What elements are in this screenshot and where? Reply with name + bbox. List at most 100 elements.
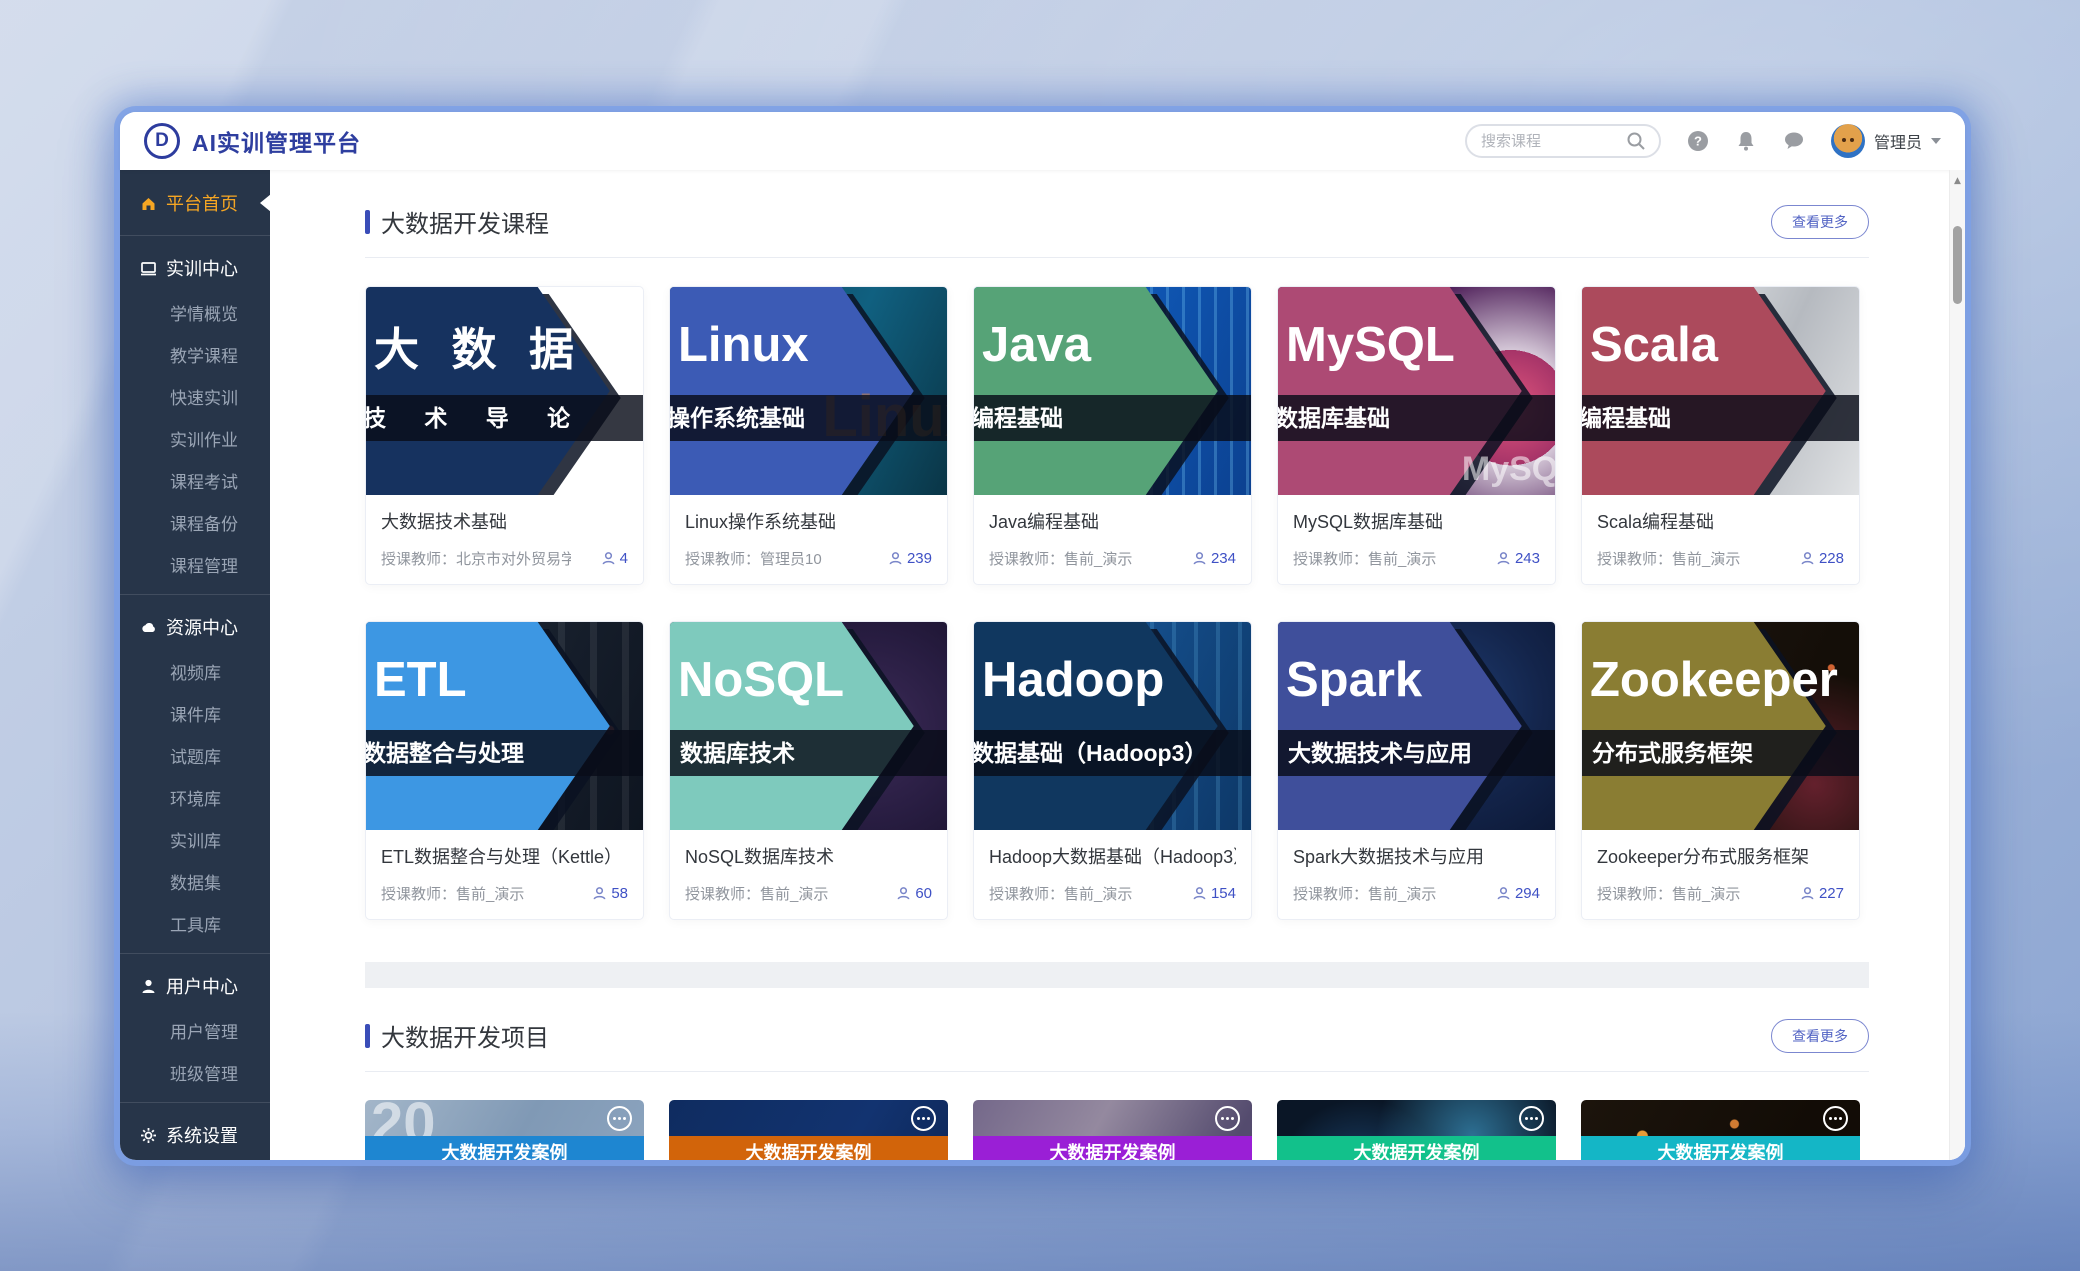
cover-subtitle: 大数据技术与应用 [1278,730,1555,776]
person-icon [888,551,903,566]
project-card[interactable]: 20 大数据开发案例 [365,1100,644,1160]
course-cards-row-2: ETL 数据整合与处理 ETL数据整合与处理（Kettle） 授课教师：售前_演… [365,621,1869,920]
more-options-icon [1215,1106,1240,1131]
section-title: 大数据开发项目 [381,1018,549,1053]
sidebar-subitem-环境库[interactable]: 环境库 [120,776,270,818]
person-icon [1192,551,1207,566]
search-input[interactable] [1479,132,1625,151]
more-options-icon [1519,1106,1544,1131]
cover-big-title: NoSQL [678,654,844,708]
course-teacher: 授课教师：售前_演示 [1597,883,1740,904]
cover-subtitle-band: 操作系统基础 [670,395,947,441]
sidebar-item-资源中心[interactable]: 资源中心 [120,604,270,650]
scrollbar-up-arrow[interactable]: ▲ [1950,170,1965,186]
section-courses: 大数据开发课程 查看更多 大 数 据 技 术 导 论 大数据技术基础 授课教师：… [270,170,1965,988]
course-cover: Zookeeper 分布式服务框架 [1582,622,1859,830]
sidebar-item-用户中心[interactable]: 用户中心 [120,963,270,1009]
course-info: Scala编程基础 授课教师：售前_演示 228 [1582,495,1859,584]
sidebar-subitem-课程考试[interactable]: 课程考试 [120,459,270,501]
header-actions: ? 管理员 [1465,124,1941,158]
sidebar-subitem-学情概览[interactable]: 学情概览 [120,291,270,333]
course-meta: 授课教师：管理员10 239 [685,548,932,569]
scrollbar[interactable]: ▲ [1949,170,1965,1160]
sidebar-item-实训中心[interactable]: 实训中心 [120,245,270,291]
sidebar-subitem-用户管理[interactable]: 用户管理 [120,1009,270,1051]
project-card[interactable]: 大数据开发案例 [1581,1100,1860,1160]
search-icon[interactable] [1625,130,1647,152]
cover-big-title: Linux [678,319,809,373]
sidebar-subitem-工具库[interactable]: 工具库 [120,902,270,944]
course-card[interactable]: Linux Linux 操作系统基础 Linux操作系统基础 授课教师：管理员1… [669,286,948,585]
student-count: 243 [1496,550,1540,567]
scrollbar-thumb[interactable] [1953,226,1962,304]
sidebar-subitem-实训作业[interactable]: 实训作业 [120,417,270,459]
section-divider [365,257,1869,258]
course-cover: Scala 编程基础 [1582,287,1859,495]
course-teacher: 授课教师：售前_演示 [1293,883,1436,904]
cover-subtitle-band: 大数据技术与应用 [1278,730,1555,776]
cover-subtitle: 数据库技术 [670,730,947,776]
course-card[interactable]: 大 数 据 技 术 导 论 大数据技术基础 授课教师：北京市对外贸易学校教...… [365,286,644,585]
chat-icon[interactable] [1783,130,1805,152]
cover-subtitle: 数据整合与处理 [366,730,643,776]
sidebar-item-系统设置[interactable]: 系统设置 [120,1112,270,1158]
course-info: 大数据技术基础 授课教师：北京市对外贸易学校教... 4 [366,495,643,584]
person-icon [1496,886,1511,901]
course-title: Spark大数据技术与应用 [1293,843,1540,869]
course-card[interactable]: Hadoop 数据基础（Hadoop3） Hadoop大数据基础（Hadoop3… [973,621,1252,920]
sidebar-subitem-班级管理[interactable]: 班级管理 [120,1051,270,1093]
project-banner: 大数据开发案例 [973,1136,1252,1160]
logo-letter: D [155,130,169,152]
course-card[interactable]: NoSQL 数据库技术 NoSQL数据库技术 授课教师：售前_演示 60 [669,621,948,920]
avatar[interactable] [1831,124,1865,158]
sidebar-subitem-实训库[interactable]: 实训库 [120,818,270,860]
sidebar-item-平台首页[interactable]: 平台首页 [120,180,270,226]
course-card[interactable]: Spark 大数据技术与应用 Spark大数据技术与应用 授课教师：售前_演示 … [1277,621,1556,920]
cover-subtitle-band: 数据基础（Hadoop3） [974,730,1251,776]
student-count-value: 228 [1819,550,1844,567]
sidebar-subitem-课程备份[interactable]: 课程备份 [120,501,270,543]
course-card[interactable]: ETL 数据整合与处理 ETL数据整合与处理（Kettle） 授课教师：售前_演… [365,621,644,920]
cover-big-title: MySQL [1286,319,1455,373]
course-meta: 授课教师：售前_演示 228 [1597,548,1844,569]
person-icon [601,551,616,566]
project-card[interactable]: 大数据开发案例 [669,1100,948,1160]
view-more-projects-button[interactable]: 查看更多 [1771,1019,1869,1053]
project-card[interactable]: 大数据开发案例 [1277,1100,1556,1160]
view-more-courses-button[interactable]: 查看更多 [1771,205,1869,239]
course-title: NoSQL数据库技术 [685,843,932,869]
person-icon [896,886,911,901]
course-card[interactable]: Java 编程基础 Java编程基础 授课教师：售前_演示 234 [973,286,1252,585]
sidebar-subitem-课程管理[interactable]: 课程管理 [120,543,270,585]
bell-icon[interactable] [1735,130,1757,152]
user-icon [140,978,157,995]
student-count: 154 [1192,885,1236,902]
sidebar-subitem-教学课程[interactable]: 教学课程 [120,333,270,375]
course-teacher: 授课教师：售前_演示 [1597,548,1740,569]
student-count-value: 227 [1819,885,1844,902]
cover-big-title: Spark [1286,654,1422,708]
course-card[interactable]: Scala 编程基础 Scala编程基础 授课教师：售前_演示 228 [1581,286,1860,585]
sidebar-subitem-视频库[interactable]: 视频库 [120,650,270,692]
course-card[interactable]: Zookeeper 分布式服务框架 Zookeeper分布式服务框架 授课教师：… [1581,621,1860,920]
sidebar-subitem-快速实训[interactable]: 快速实训 [120,375,270,417]
sidebar-subitem-试题库[interactable]: 试题库 [120,734,270,776]
sidebar-subitem-课件库[interactable]: 课件库 [120,692,270,734]
course-title: MySQL数据库基础 [1293,508,1540,534]
cover-subtitle: 编程基础 [974,395,1251,441]
user-menu[interactable]: 管理员 [1831,124,1941,158]
help-icon[interactable]: ? [1687,130,1709,152]
project-card[interactable]: 大数据开发案例 [973,1100,1252,1160]
main-content: 大数据开发课程 查看更多 大 数 据 技 术 导 论 大数据技术基础 授课教师：… [270,170,1965,1160]
course-card[interactable]: MySQL MySQL 数据库基础 MySQL数据库基础 授课教师：售前_演示 … [1277,286,1556,585]
course-info: ETL数据整合与处理（Kettle） 授课教师：售前_演示 58 [366,830,643,919]
student-count-value: 294 [1515,885,1540,902]
cover-big-title: Java [982,319,1091,373]
cover-subtitle: 数据基础（Hadoop3） [974,730,1251,776]
sidebar-subitem-数据集[interactable]: 数据集 [120,860,270,902]
student-count-value: 60 [915,885,932,902]
search-box[interactable] [1465,124,1661,158]
home-icon [140,195,157,212]
sidebar-item-label: 资源中心 [166,614,238,640]
course-info: NoSQL数据库技术 授课教师：售前_演示 60 [670,830,947,919]
